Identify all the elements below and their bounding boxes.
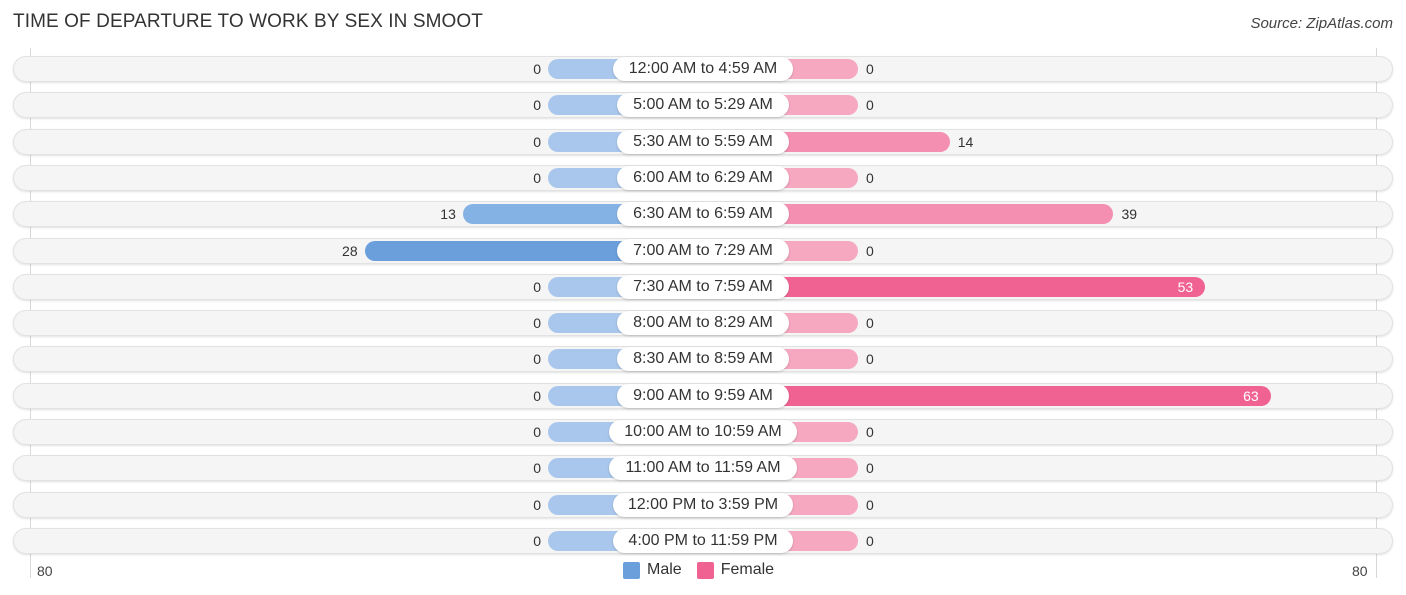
chart-row: 4:00 PM to 11:59 PM 0 0 <box>13 528 1393 554</box>
value-label-male: 0 <box>533 61 541 77</box>
legend-label-male: Male <box>647 561 682 578</box>
category-label: 7:30 AM to 7:59 AM <box>617 275 789 299</box>
axis-label-right: 80 <box>1352 563 1368 579</box>
legend-swatch-male <box>623 561 640 579</box>
category-label: 7:00 AM to 7:29 AM <box>617 239 789 263</box>
chart-row: 10:00 AM to 10:59 AM 0 0 <box>13 419 1393 445</box>
chart-row: 8:30 AM to 8:59 AM 0 0 <box>13 346 1393 372</box>
category-label: 6:30 AM to 6:59 AM <box>617 202 789 226</box>
chart-row: 6:00 AM to 6:29 AM 0 0 <box>13 165 1393 191</box>
value-label-female: 0 <box>866 61 874 77</box>
value-label-male: 0 <box>533 533 541 549</box>
value-label-female: 14 <box>957 134 974 150</box>
value-label-female: 0 <box>866 243 874 259</box>
category-label: 6:00 AM to 6:29 AM <box>617 166 789 190</box>
value-label-male: 13 <box>440 206 456 222</box>
value-label-female: 0 <box>866 497 874 513</box>
value-label-female: 39 <box>1121 206 1138 222</box>
legend-swatch-female <box>696 561 714 579</box>
category-label: 5:30 AM to 5:59 AM <box>617 130 789 154</box>
chart-row: 7:00 AM to 7:29 AM 28 0 <box>13 238 1393 264</box>
value-label-female: 63 <box>1243 388 1259 404</box>
legend: Male Female <box>623 561 789 579</box>
value-label-female: 0 <box>866 424 874 440</box>
legend-item-female: Female <box>696 561 775 579</box>
category-label: 9:00 AM to 9:59 AM <box>617 384 789 408</box>
value-label-male: 0 <box>533 134 541 150</box>
value-label-male: 0 <box>533 351 541 367</box>
source-label: Source: ZipAtlas.com <box>1250 15 1393 32</box>
chart-row: 12:00 PM to 3:59 PM 0 0 <box>13 492 1393 518</box>
chart-row: 8:00 AM to 8:29 AM 0 0 <box>13 310 1393 336</box>
category-label: 11:00 AM to 11:59 AM <box>609 456 797 480</box>
value-label-male: 0 <box>533 460 541 476</box>
value-label-female: 0 <box>866 533 874 549</box>
chart-row: 9:00 AM to 9:59 AM 0 63 <box>13 383 1393 409</box>
value-label-male: 0 <box>533 279 541 295</box>
value-label-male: 0 <box>533 497 541 513</box>
value-label-male: 0 <box>533 424 541 440</box>
category-label: 12:00 PM to 3:59 PM <box>613 493 793 517</box>
value-label-female: 0 <box>866 315 874 331</box>
chart-row: 12:00 AM to 4:59 AM 0 0 <box>13 56 1393 82</box>
category-label: 12:00 AM to 4:59 AM <box>613 57 793 81</box>
value-label-male: 0 <box>533 97 541 113</box>
legend-item-male: Male <box>623 561 682 579</box>
chart-row: 7:30 AM to 7:59 AM 0 53 <box>13 274 1393 300</box>
axis-label-left: 80 <box>37 563 53 579</box>
value-label-male: 28 <box>342 243 358 259</box>
category-label: 4:00 PM to 11:59 PM <box>613 529 793 553</box>
chart-title: TIME OF DEPARTURE TO WORK BY SEX IN SMOO… <box>13 11 484 32</box>
value-label-female: 53 <box>1177 279 1194 295</box>
category-label: 8:30 AM to 8:59 AM <box>617 347 789 371</box>
value-label-male: 0 <box>533 315 541 331</box>
legend-label-female: Female <box>720 561 775 578</box>
category-label: 10:00 AM to 10:59 AM <box>609 420 797 444</box>
value-label-female: 0 <box>866 97 874 113</box>
value-label-female: 0 <box>866 351 874 367</box>
value-label-female: 0 <box>866 460 874 476</box>
category-label: 8:00 AM to 8:29 AM <box>617 311 789 335</box>
value-label-female: 0 <box>866 170 874 186</box>
category-label: 5:00 AM to 5:29 AM <box>617 93 789 117</box>
value-label-male: 0 <box>533 170 541 186</box>
chart-row: 6:30 AM to 6:59 AM 13 39 <box>13 201 1393 227</box>
chart-row: 5:00 AM to 5:29 AM 0 0 <box>13 92 1393 118</box>
chart-row: 11:00 AM to 11:59 AM 0 0 <box>13 455 1393 481</box>
value-label-male: 0 <box>533 388 541 404</box>
chart-row: 5:30 AM to 5:59 AM 0 14 <box>13 129 1393 155</box>
